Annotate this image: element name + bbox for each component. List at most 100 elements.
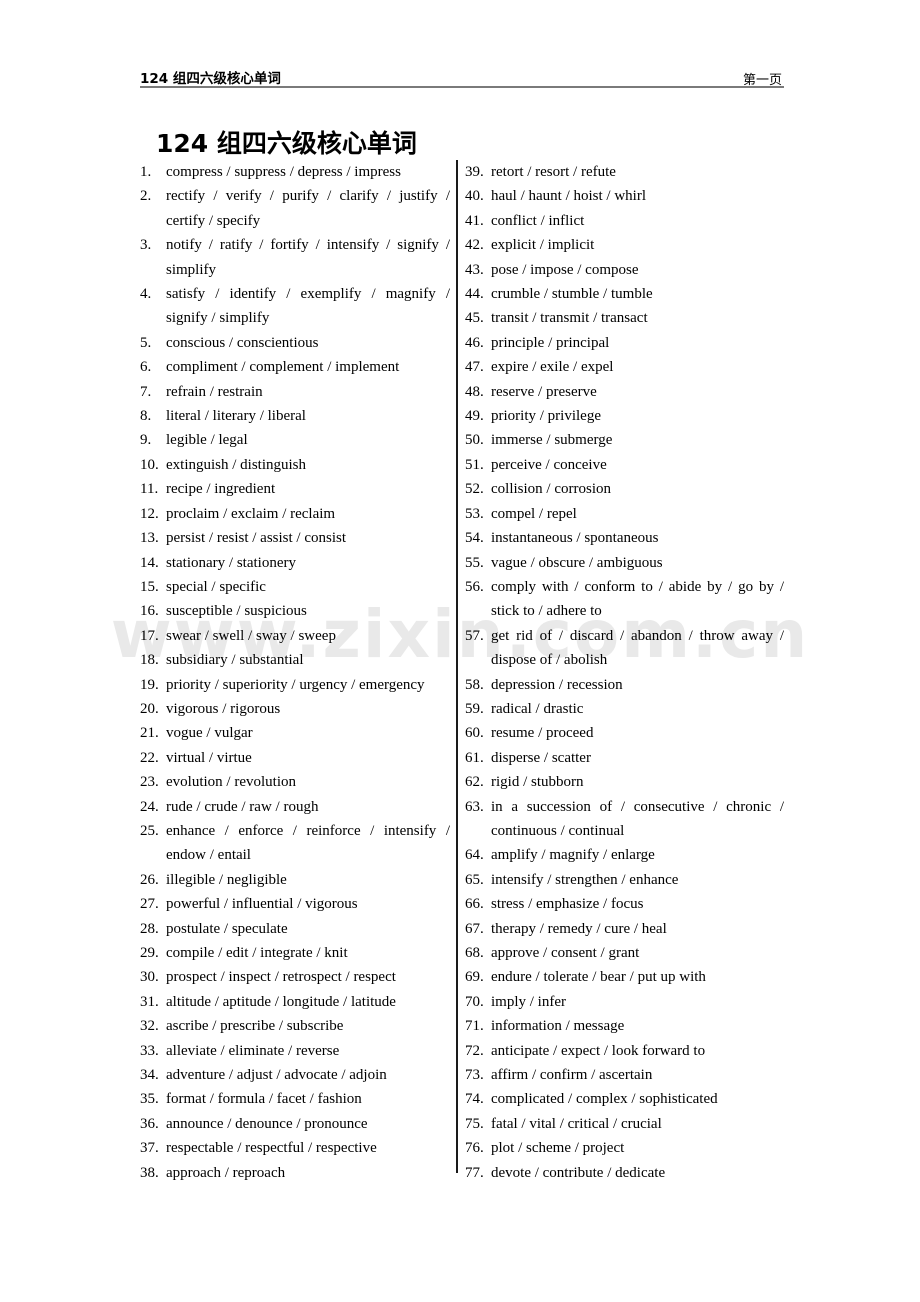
word-group-text: devote / contribute / dedicate: [491, 1164, 666, 1181]
word-group-item: 71. information / message: [465, 1014, 784, 1038]
word-group-text: alleviate / eliminate / reverse: [166, 1042, 340, 1059]
word-group-number: 6.: [140, 359, 152, 376]
word-group-item: 67. therapy / remedy / cure / heal: [465, 917, 784, 941]
word-group-number: 38.: [140, 1164, 159, 1181]
word-group-item: 45. transit / transmit / transact: [465, 306, 784, 330]
word-group-text: extinguish / distinguish: [166, 456, 307, 473]
word-list-columns: 1. compress / suppress / depress / impres…: [140, 160, 784, 1181]
word-group-text: transit / transmit / transact: [491, 310, 648, 327]
word-group-number: 51.: [465, 456, 484, 473]
word-group-item: 69. endure / tolerate / bear / put up wit…: [465, 965, 784, 989]
word-group-text: adventure / adjust / advocate / adjoin: [166, 1067, 387, 1084]
word-group-item: 61. disperse / scatter: [465, 746, 784, 770]
word-group-text: approach / reproach: [166, 1164, 286, 1181]
word-group-text: stress / emphasize / focus: [491, 896, 644, 913]
word-group-item: 7. refrain / restrain: [140, 380, 450, 404]
word-group-item: 14. stationary / stationery: [140, 551, 450, 575]
word-group-number: 16.: [140, 603, 159, 620]
word-group-item: 38. approach / reproach: [140, 1161, 450, 1185]
word-group-number: 57.: [465, 627, 484, 644]
word-group-text: approve / consent / grant: [491, 945, 640, 961]
word-group-number: 55.: [465, 554, 484, 571]
word-group-number: 53.: [465, 505, 484, 522]
document-page: www.zixin.com.cn 124 组四六级核心单词 第一页 124 组四…: [0, 0, 920, 1302]
word-group-item: 17. swear / swell / sway / sweep: [140, 624, 450, 648]
word-group-item: 33. alleviate / eliminate / reverse: [140, 1039, 450, 1063]
word-group-number: 43.: [465, 261, 484, 278]
word-group-text: explicit / implicit: [491, 237, 595, 254]
word-list-right: 39. retort / resort / refute 40. haul / hau…: [465, 160, 784, 1185]
page-title: 124 组四六级核心单词: [156, 128, 417, 158]
word-group-item: 5. conscious / conscientious: [140, 331, 450, 355]
word-group-number: 45.: [465, 310, 484, 327]
word-group-item: 39. retort / resort / refute: [465, 160, 784, 184]
word-group-text: priority / superiority / urgency / emerg…: [166, 676, 425, 693]
word-group-item: 23. evolution / revolution: [140, 770, 450, 794]
word-group-item: 63. in a succession of / consecutive / ch…: [465, 795, 784, 844]
running-header: 124 组四六级核心单词 第一页: [140, 60, 784, 86]
word-group-text: compress / suppress / depress / impress: [166, 164, 401, 180]
word-group-item: 58. depression / recession: [465, 673, 784, 697]
word-group-number: 17.: [140, 627, 159, 644]
word-group-number: 67.: [465, 920, 484, 937]
word-group-item: 70. imply / infer: [465, 990, 784, 1014]
word-group-text: powerful / influential / vigorous: [166, 896, 358, 913]
word-group-item: 57. get rid of / discard / abandon / thro…: [465, 624, 784, 673]
word-group-number: 76.: [465, 1140, 484, 1157]
word-group-number: 26.: [140, 871, 159, 888]
word-group-number: 59.: [465, 700, 484, 717]
word-group-item: 30. prospect / inspect / retrospect / res…: [140, 965, 450, 989]
word-group-number: 18.: [140, 652, 159, 669]
word-group-text: depression / recession: [491, 676, 623, 693]
word-group-text: notify / ratify / fortify / intensify / …: [166, 237, 450, 278]
word-group-text: immerse / submerge: [491, 432, 613, 449]
word-group-text: comply with / conform to / abide by / go…: [491, 578, 784, 620]
word-group-text: postulate / speculate: [166, 920, 288, 937]
word-group-text: imply / infer: [491, 993, 566, 1010]
word-group-number: 58.: [465, 676, 484, 693]
word-group-item: 40. haul / haunt / hoist / whirl: [465, 184, 784, 208]
word-group-number: 71.: [465, 1018, 484, 1035]
word-group-number: 12.: [140, 505, 159, 522]
word-group-text: resume / proceed: [491, 725, 594, 742]
word-group-number: 4.: [140, 286, 152, 303]
word-group-number: 41.: [465, 212, 484, 229]
word-group-number: 31.: [140, 993, 159, 1010]
word-group-text: proclaim / exclaim / reclaim: [166, 505, 336, 522]
word-group-item: 10. extinguish / distinguish: [140, 453, 450, 477]
word-group-number: 5.: [140, 334, 152, 351]
word-group-item: 11. recipe / ingredient: [140, 477, 450, 501]
word-group-number: 3.: [140, 237, 152, 254]
word-group-text: altitude / aptitude / longitude / latitu…: [166, 993, 396, 1010]
word-group-text: satisfy / identify / exemplify / magnify…: [166, 286, 450, 327]
word-group-number: 27.: [140, 896, 159, 913]
word-group-text: swear / swell / sway / sweep: [166, 627, 336, 644]
word-group-number: 50.: [465, 432, 484, 449]
word-group-item: 4. satisfy / identify / exemplify / magni…: [140, 282, 450, 331]
word-group-item: 53. compel / repel: [465, 502, 784, 526]
word-group-number: 56.: [465, 578, 484, 595]
word-group-item: 35. format / formula / facet / fashion: [140, 1087, 450, 1111]
word-group-text: haul / haunt / hoist / whirl: [491, 188, 646, 205]
word-group-item: 51. perceive / conceive: [465, 453, 784, 477]
word-group-item: 52. collision / corrosion: [465, 477, 784, 501]
word-group-item: 42. explicit / implicit: [465, 233, 784, 257]
word-group-item: 48. reserve / preserve: [465, 380, 784, 404]
word-group-number: 61.: [465, 749, 484, 766]
word-group-text: stationary / stationery: [166, 554, 296, 571]
word-group-item: 46. principle / principal: [465, 331, 784, 355]
word-group-text: persist / resist / assist / consist: [166, 530, 346, 547]
word-group-text: retort / resort / refute: [491, 164, 616, 180]
word-group-text: plot / scheme / project: [491, 1140, 625, 1157]
word-list-left: 1. compress / suppress / depress / impres…: [140, 160, 450, 1185]
word-group-text: format / formula / facet / fashion: [166, 1091, 362, 1108]
word-group-number: 28.: [140, 920, 159, 937]
word-group-item: 37. respectable / respectful / respective: [140, 1136, 450, 1160]
word-group-number: 75.: [465, 1115, 484, 1132]
word-group-number: 62.: [465, 774, 484, 791]
word-group-text: announce / denounce / pronounce: [166, 1115, 368, 1132]
header-page-number: 第一页: [742, 72, 782, 87]
word-group-number: 46.: [465, 334, 484, 351]
word-group-text: special / specific: [166, 578, 266, 595]
word-group-number: 69.: [465, 969, 484, 986]
